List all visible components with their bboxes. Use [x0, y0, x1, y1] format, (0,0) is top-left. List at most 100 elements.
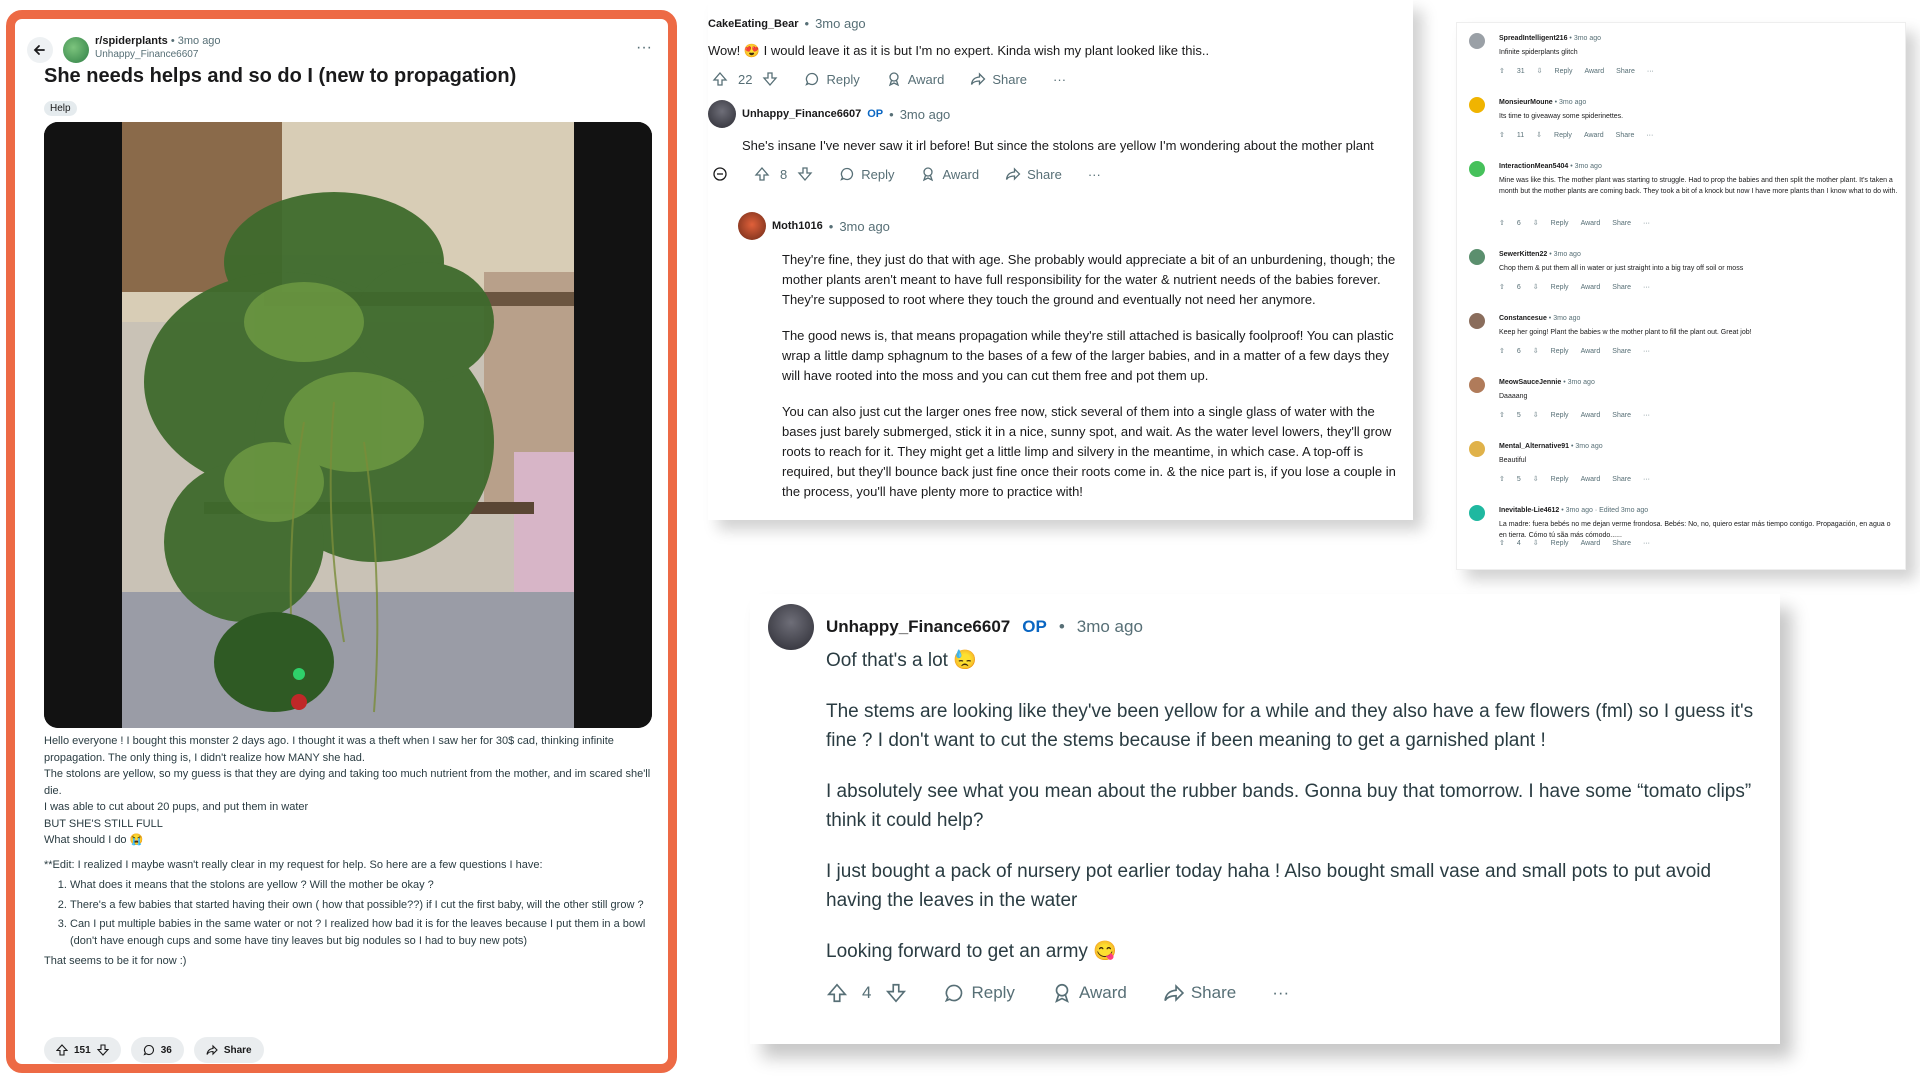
avatar[interactable] — [708, 100, 736, 128]
more-icon[interactable]: ··· — [1643, 220, 1650, 227]
avatar[interactable] — [1469, 249, 1485, 265]
award-button[interactable]: Award — [1581, 412, 1601, 419]
more-icon[interactable]: ··· — [1053, 72, 1066, 87]
downvote-icon[interactable] — [762, 71, 778, 87]
more-icon[interactable]: ··· — [1643, 284, 1650, 291]
more-icon[interactable]: ··· — [1088, 167, 1101, 182]
reply-button[interactable]: Reply — [943, 982, 1015, 1004]
share-button[interactable]: Share — [1612, 220, 1631, 227]
more-icon[interactable]: ··· — [1643, 412, 1650, 419]
avatar[interactable] — [1469, 97, 1485, 113]
comment-author[interactable]: MeowSauceJennie — [1499, 379, 1561, 386]
comment-author[interactable]: MonsieurMoune — [1499, 99, 1553, 106]
reply-button[interactable]: Reply — [839, 166, 894, 182]
share-button[interactable]: Share — [1005, 166, 1062, 182]
upvote-icon[interactable]: ⇧ — [1499, 411, 1505, 419]
upvote-icon[interactable]: ⇧ — [1499, 347, 1505, 355]
downvote-icon[interactable]: ⇩ — [1533, 219, 1539, 227]
more-icon[interactable]: ··· — [636, 39, 652, 57]
comment-author[interactable]: Constancesue — [1499, 315, 1547, 322]
reply-button[interactable]: Reply — [1551, 540, 1569, 547]
share-button[interactable]: Share — [1616, 132, 1635, 139]
award-button[interactable]: Award — [1051, 982, 1127, 1004]
upvote-icon[interactable] — [754, 166, 770, 182]
award-button[interactable]: Award — [1584, 132, 1604, 139]
award-button[interactable]: Award — [886, 71, 944, 87]
reply-button[interactable]: Reply — [1551, 412, 1569, 419]
downvote-icon[interactable]: ⇩ — [1533, 347, 1539, 355]
reply-button[interactable]: Reply — [1551, 348, 1569, 355]
avatar[interactable] — [1469, 33, 1485, 49]
downvote-icon[interactable]: ⇩ — [1533, 283, 1539, 291]
comment-author[interactable]: Moth1016 — [772, 220, 823, 232]
upvote-icon[interactable]: ⇧ — [1499, 67, 1505, 75]
avatar[interactable] — [1469, 441, 1485, 457]
comment-author[interactable]: Mental_Alternative91 — [1499, 443, 1569, 450]
comment-author[interactable]: SewerKitten22 — [1499, 251, 1547, 258]
share-button[interactable]: Share — [1612, 476, 1631, 483]
downvote-icon[interactable]: ⇩ — [1533, 411, 1539, 419]
post-image[interactable] — [44, 122, 652, 728]
more-icon[interactable]: ··· — [1647, 68, 1654, 75]
downvote-icon[interactable] — [96, 1044, 109, 1056]
comment-author[interactable]: CakeEating_Bear — [708, 18, 799, 30]
subreddit-name[interactable]: r/spiderplants — [95, 35, 168, 47]
upvote-icon[interactable]: ⇧ — [1499, 131, 1505, 139]
comment-author[interactable]: Inevitable-Lie4612 — [1499, 507, 1559, 514]
more-icon[interactable]: ··· — [1646, 132, 1653, 139]
reply-button[interactable]: Reply — [1551, 476, 1569, 483]
award-button[interactable]: Award — [1581, 476, 1601, 483]
award-button[interactable]: Award — [1584, 68, 1604, 75]
avatar[interactable] — [768, 604, 814, 650]
share-button[interactable]: Share — [970, 71, 1027, 87]
post-author[interactable]: Unhappy_Finance6607 — [95, 49, 198, 60]
downvote-icon[interactable] — [885, 982, 907, 1004]
downvote-icon[interactable]: ⇩ — [1536, 131, 1542, 139]
downvote-icon[interactable]: ⇩ — [1537, 67, 1543, 75]
avatar[interactable] — [1469, 313, 1485, 329]
share-button[interactable]: Share — [1612, 412, 1631, 419]
upvote-icon[interactable] — [56, 1044, 68, 1056]
more-icon[interactable]: ··· — [1272, 983, 1289, 1003]
more-icon[interactable]: ··· — [1643, 476, 1650, 483]
more-icon[interactable]: ··· — [1643, 540, 1650, 547]
share-button[interactable]: Share — [1612, 540, 1631, 547]
avatar[interactable] — [1469, 505, 1485, 521]
award-button[interactable]: Award — [1581, 284, 1601, 291]
reply-button[interactable]: Reply — [1555, 68, 1573, 75]
share-button[interactable]: Share — [1612, 284, 1631, 291]
avatar[interactable] — [738, 212, 766, 240]
upvote-icon[interactable]: ⇧ — [1499, 539, 1505, 547]
award-button[interactable]: Award — [1581, 540, 1601, 547]
subreddit-avatar[interactable] — [63, 37, 89, 63]
avatar[interactable] — [1469, 161, 1485, 177]
comment-author[interactable]: Unhappy_Finance6607 — [742, 108, 861, 120]
upvote-icon[interactable] — [712, 71, 728, 87]
reply-button[interactable]: Reply — [1551, 220, 1569, 227]
downvote-icon[interactable] — [797, 166, 813, 182]
comment-author[interactable]: SpreadIntelligent216 — [1499, 35, 1567, 42]
reply-button[interactable]: Reply — [804, 71, 860, 87]
comment-author[interactable]: Unhappy_Finance6607 — [826, 617, 1010, 637]
downvote-icon[interactable]: ⇩ — [1533, 539, 1539, 547]
reply-button[interactable]: Reply — [1551, 284, 1569, 291]
post-flair[interactable]: Help — [44, 101, 77, 116]
share-button[interactable]: Share — [193, 1037, 264, 1063]
reply-button[interactable]: Reply — [1554, 132, 1572, 139]
more-icon[interactable]: ··· — [1643, 348, 1650, 355]
upvote-icon[interactable]: ⇧ — [1499, 283, 1505, 291]
back-arrow-icon[interactable] — [27, 37, 53, 63]
upvote-icon[interactable] — [826, 982, 848, 1004]
upvote-icon[interactable]: ⇧ — [1499, 475, 1505, 483]
downvote-icon[interactable]: ⇩ — [1533, 475, 1539, 483]
share-button[interactable]: Share — [1612, 348, 1631, 355]
share-button[interactable]: Share — [1163, 982, 1236, 1004]
award-button[interactable]: Award — [1581, 220, 1601, 227]
comment-author[interactable]: InteractionMean5404 — [1499, 163, 1568, 170]
collapse-icon[interactable] — [712, 166, 728, 182]
avatar[interactable] — [1469, 377, 1485, 393]
award-button[interactable]: Award — [1581, 348, 1601, 355]
upvote-icon[interactable]: ⇧ — [1499, 219, 1505, 227]
award-button[interactable]: Award — [920, 166, 979, 182]
share-button[interactable]: Share — [1616, 68, 1635, 75]
